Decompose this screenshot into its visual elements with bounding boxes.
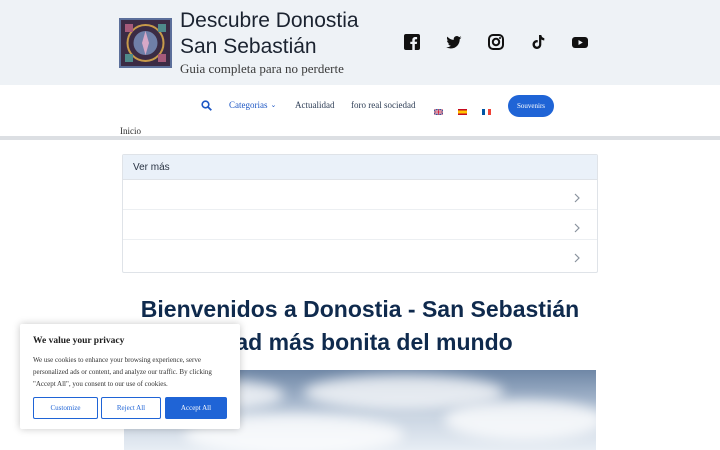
page-heading: Bienvenidos a Donostia - San Sebastián <box>140 296 580 322</box>
accordion-row[interactable] <box>123 180 597 210</box>
main-navigation: Categorias ⌄ Actualidad foro real socieda… <box>0 85 720 137</box>
twitter-icon[interactable] <box>446 34 462 50</box>
nav-item-actualidad[interactable]: Actualidad <box>295 100 335 110</box>
instagram-icon[interactable] <box>488 34 504 50</box>
reject-all-button[interactable]: Reject All <box>101 397 161 419</box>
ver-mas-accordion: Ver más <box>122 154 598 273</box>
cookie-consent-banner: We value your privacy We use cookies to … <box>20 324 240 429</box>
cookie-text: We use cookies to enhance your browsing … <box>33 356 212 388</box>
tiktok-icon[interactable] <box>530 34 546 50</box>
search-icon[interactable] <box>201 98 212 116</box>
site-title-line1: Descubre Donostia <box>180 9 359 32</box>
souvenirs-button[interactable]: Souvenirs <box>508 95 554 117</box>
customize-button[interactable]: Customize <box>33 397 98 419</box>
chevron-right-icon <box>574 190 580 208</box>
accept-all-button[interactable]: Accept All <box>165 397 227 419</box>
accordion-row[interactable] <box>123 210 597 240</box>
site-title[interactable]: Descubre Donostia San Sebastián <box>180 8 359 60</box>
chevron-right-icon <box>574 220 580 238</box>
accordion-row[interactable] <box>123 240 597 270</box>
chevron-down-icon: ⌄ <box>270 101 277 109</box>
spanish-flag[interactable] <box>458 102 467 115</box>
nav-item-categorias[interactable]: Categorias ⌄ <box>229 100 276 110</box>
divider <box>0 136 720 140</box>
facebook-icon[interactable] <box>404 34 420 50</box>
breadcrumb[interactable]: Inicio <box>120 126 141 136</box>
cookie-title: We value your privacy <box>33 336 125 346</box>
nav-item-label: Categorias <box>229 100 268 110</box>
site-title-line2: San Sebastián <box>180 35 317 58</box>
chevron-right-icon <box>574 250 580 268</box>
nav-item-foro-real-sociedad[interactable]: foro real sociedad <box>351 100 415 110</box>
youtube-icon[interactable] <box>572 34 588 50</box>
site-tagline: Guia completa para no perderte <box>180 61 344 76</box>
english-flag[interactable] <box>433 102 444 116</box>
accordion-title[interactable]: Ver más <box>123 155 597 180</box>
french-flag[interactable] <box>482 102 491 115</box>
site-logo[interactable] <box>119 18 172 68</box>
site-header: Descubre Donostia San Sebastián Guia com… <box>0 0 720 85</box>
